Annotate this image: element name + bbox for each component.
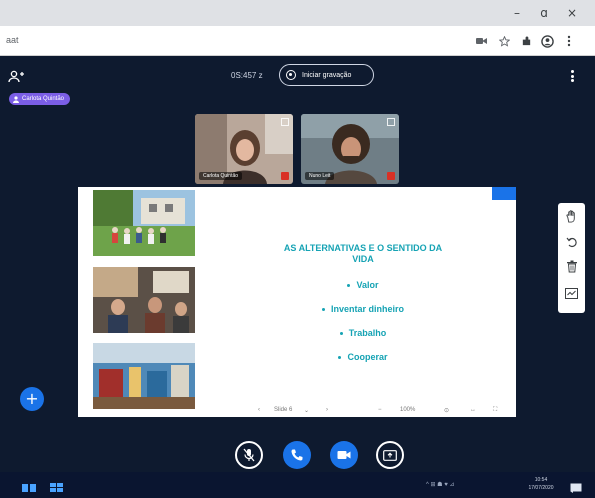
- present-screen-button[interactable]: [376, 441, 404, 469]
- slide-photo-meeting: [93, 267, 195, 333]
- shared-slide[interactable]: AS ALTERNATIVAS E O SENTIDO DA VIDA Valo…: [78, 187, 516, 417]
- undo-icon[interactable]: [564, 234, 579, 249]
- maximize-button[interactable]: ɑ: [537, 6, 551, 20]
- slide-bullet-list: Valor Inventar dinheiro Trabalho Coopera…: [228, 278, 498, 374]
- slide-options-button[interactable]: [492, 187, 516, 200]
- start-recording-label: Iniciar gravação: [302, 71, 352, 79]
- chevron-down-icon[interactable]: ⌄: [304, 407, 309, 414]
- presenter-name: Carlota Quintão: [22, 96, 65, 102]
- address-bar[interactable]: aat: [0, 26, 595, 56]
- start-recording-button[interactable]: Iniciar gravação: [279, 64, 374, 86]
- phone-icon: [291, 449, 303, 461]
- plus-icon: +: [25, 389, 39, 408]
- slide-selector[interactable]: Slide 6: [274, 407, 292, 413]
- muted-mic-icon: [387, 172, 395, 180]
- slide-bullet: Trabalho: [228, 326, 498, 350]
- previous-slide-button[interactable]: ‹: [258, 407, 260, 413]
- video-camera-icon: [337, 451, 351, 459]
- slide-title-line: VIDA: [352, 254, 374, 264]
- person-icon: [13, 95, 19, 103]
- add-participant-button[interactable]: +: [20, 387, 44, 411]
- browser-menu-icon[interactable]: [562, 34, 576, 48]
- taskbar-clock-time[interactable]: 10:54: [522, 477, 560, 483]
- windows-taskbar: ^ ⊞ ☗ ♥ ⊿ 10:54 17/07/2020: [0, 472, 595, 498]
- slide-photo-group: [93, 190, 195, 256]
- fit-page-button[interactable]: ⊙: [444, 407, 449, 414]
- slide-photo-room: [93, 343, 195, 409]
- expand-icon[interactable]: [281, 118, 289, 126]
- next-slide-button[interactable]: ›: [326, 407, 328, 413]
- camera-toggle-button[interactable]: [330, 441, 358, 469]
- expand-icon[interactable]: [387, 118, 395, 126]
- screen-share-icon: [383, 449, 397, 461]
- record-icon: [286, 70, 296, 80]
- zoom-out-button[interactable]: −: [378, 407, 382, 413]
- annotation-toolbar: [558, 203, 585, 313]
- browser-titlebar: – ɑ ×: [0, 0, 595, 26]
- slide-bullet: Valor: [228, 278, 498, 302]
- store-app-icon[interactable]: [50, 480, 64, 492]
- taskbar-clock-date[interactable]: 17/07/2020: [522, 485, 560, 491]
- notifications-icon[interactable]: [570, 480, 582, 493]
- system-tray-icons[interactable]: ^ ⊞ ☗ ♥ ⊿: [426, 481, 454, 488]
- slide-navigation-bar: ‹ Slide 6 ⌄ › − 100% ⊙ ↔ ⛶: [78, 406, 516, 417]
- profile-avatar-icon[interactable]: [540, 34, 554, 48]
- camera-permission-icon[interactable]: [474, 34, 488, 48]
- hand-tool-icon[interactable]: [564, 209, 579, 224]
- presenter-chip: Carlota Quintão: [9, 93, 71, 105]
- mute-microphone-button[interactable]: [235, 441, 263, 469]
- participant-tile[interactable]: Carlota Quintão: [195, 114, 293, 184]
- microphone-off-icon: [243, 448, 255, 462]
- hang-up-button[interactable]: [283, 441, 311, 469]
- participant-name: Nuno Leit: [305, 172, 335, 180]
- task-view-icon[interactable]: [22, 480, 36, 492]
- extensions-icon[interactable]: [519, 34, 533, 48]
- fullscreen-button[interactable]: ⛶: [493, 407, 497, 414]
- close-button[interactable]: ×: [565, 6, 579, 20]
- bookmark-star-icon[interactable]: [497, 34, 511, 48]
- fit-width-button[interactable]: ↔: [470, 407, 476, 413]
- slide-bullet: Inventar dinheiro: [228, 302, 498, 326]
- participant-tile[interactable]: Nuno Leit: [301, 114, 399, 184]
- minimize-button[interactable]: –: [510, 6, 524, 20]
- whiteboard-icon[interactable]: [564, 286, 579, 301]
- participant-name: Carlota Quintão: [199, 172, 243, 180]
- meeting-timer: 0S:457 z: [231, 71, 263, 80]
- meeting-more-menu-icon[interactable]: [570, 70, 576, 84]
- muted-mic-icon: [281, 172, 289, 180]
- slide-bullet: Cooperar: [228, 350, 498, 374]
- slide-title-line: AS ALTERNATIVAS E O SENTIDO DA: [283, 243, 443, 253]
- trash-icon[interactable]: [564, 259, 579, 274]
- url-text[interactable]: aat: [6, 35, 19, 45]
- zoom-level: 100%: [400, 407, 416, 413]
- slide-title: AS ALTERNATIVAS E O SENTIDO DA VIDA: [228, 243, 498, 265]
- people-icon[interactable]: [8, 70, 26, 84]
